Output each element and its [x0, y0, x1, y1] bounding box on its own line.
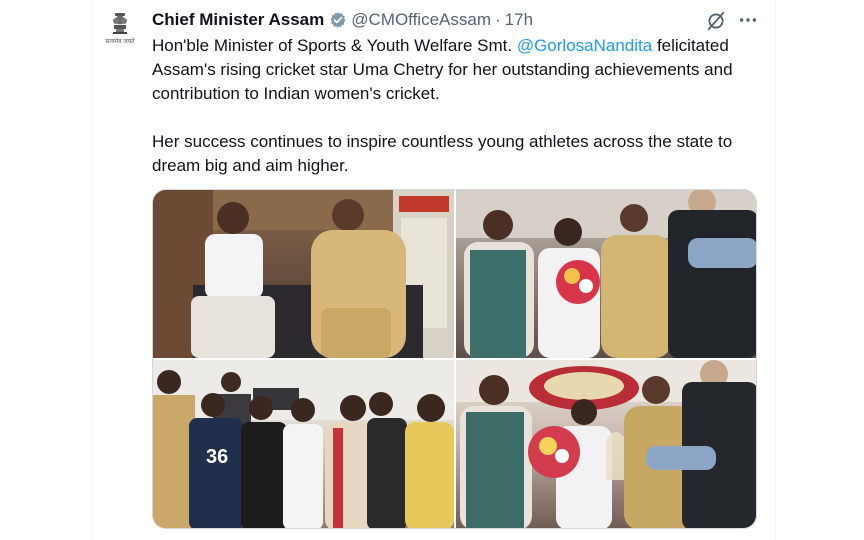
photo-4[interactable]	[456, 360, 756, 528]
author-handle[interactable]: @CMOfficeAssam	[351, 10, 491, 30]
grok-icon[interactable]	[705, 10, 727, 32]
verified-badge-icon[interactable]	[329, 11, 347, 29]
right-column-divider	[775, 0, 776, 540]
jersey-number: 36	[206, 446, 228, 468]
national-emblem-icon	[113, 13, 127, 34]
tweet-text: Hon'ble Minister of Sports & Youth Welfa…	[152, 34, 767, 178]
tweet-paragraph-1: Hon'ble Minister of Sports & Youth Welfa…	[152, 34, 767, 106]
author-name[interactable]: Chief Minister Assam	[152, 10, 324, 30]
tweet-timestamp[interactable]: 17h	[505, 10, 533, 30]
photo-4-scene	[456, 360, 756, 528]
photo-1[interactable]	[153, 190, 454, 358]
photo-3-scene: 36	[153, 360, 454, 528]
tweet-text-intro: Hon'ble Minister of Sports & Youth Welfa…	[152, 36, 517, 55]
photo-2-scene	[456, 190, 756, 358]
more-options-icon[interactable]	[737, 9, 759, 31]
tweet-paragraph-2: Her success continues to inspire countle…	[152, 132, 733, 175]
photo-2[interactable]	[456, 190, 756, 358]
avatar[interactable]: सत्यमेव जयते	[104, 12, 136, 48]
photo-1-scene	[153, 190, 454, 358]
mention-link[interactable]: @GorlosaNandita	[517, 36, 652, 55]
header-separator: ·	[495, 10, 501, 29]
photo-3[interactable]: 36	[153, 360, 454, 528]
avatar-motto: सत्यमेव जयते	[105, 39, 135, 45]
media-grid: 36	[152, 189, 757, 529]
tweet-header: Chief Minister Assam @CMOfficeAssam · 17…	[152, 8, 533, 32]
left-column-divider	[91, 0, 92, 540]
